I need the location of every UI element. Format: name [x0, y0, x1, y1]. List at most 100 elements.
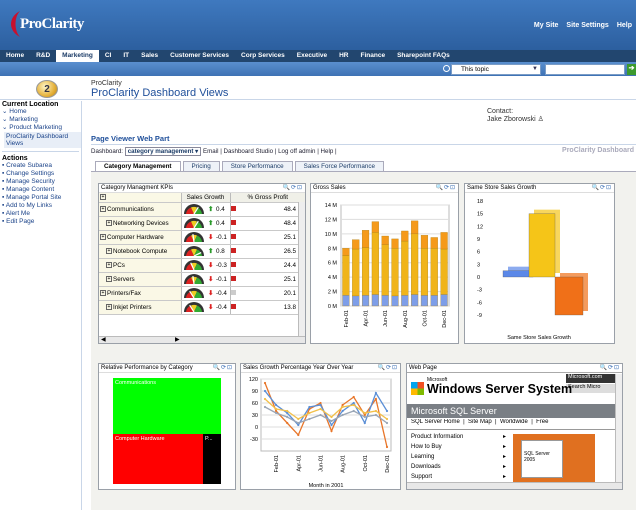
site-settings-link[interactable]: Site Settings — [566, 22, 608, 29]
action-manage-content[interactable]: ▪ Manage Content — [0, 186, 81, 194]
gauge-cell — [181, 202, 208, 217]
treemap-block-communications[interactable]: Communications — [113, 378, 221, 434]
log-off-link[interactable]: Log off admin — [278, 148, 315, 155]
sidebar-item-home[interactable]: ⌄ Home — [0, 108, 81, 116]
tab-pricing[interactable]: Pricing — [182, 161, 220, 171]
sidebar-item-dashboard-views[interactable]: ProClarity Dashboard Views — [4, 132, 81, 148]
action-manage-security[interactable]: ▪ Manage Security — [0, 178, 81, 186]
panel-tools-icon[interactable]: 🔍⟳⊡ — [599, 364, 620, 372]
treemap-block-computer-hardware[interactable]: Computer Hardware — [113, 434, 203, 484]
chevron-right-icon: ▸ — [502, 474, 506, 480]
tab-sharepoint-faqs[interactable]: Sharepoint FAQs — [391, 50, 456, 62]
sidebar-item-marketing[interactable]: ⌄ Marketing — [0, 116, 81, 124]
y-tick-label: 4 M — [328, 275, 338, 281]
expand-icon[interactable]: + — [100, 205, 106, 212]
tab-it[interactable]: IT — [117, 50, 135, 62]
tab-hr[interactable]: HR — [333, 50, 354, 62]
web-nav-item[interactable]: Site Map — [468, 419, 492, 425]
expand-icon[interactable]: + — [106, 261, 112, 268]
panel-tools-icon[interactable]: 🔍⟳⊡ — [282, 184, 303, 192]
kpi-row[interactable]: + Printers/Fax ⬇ -0.4 20.1 — [99, 286, 305, 301]
tab-marketing[interactable]: Marketing — [56, 50, 99, 62]
bar-segment — [440, 294, 448, 307]
sidebar-item-product-marketing[interactable]: ⌄ Product Marketing — [0, 124, 81, 132]
email-link[interactable]: Email — [203, 148, 218, 155]
tab-category-management[interactable]: Category Management — [95, 161, 181, 171]
action-change-settings[interactable]: ▪ Change Settings — [0, 170, 81, 178]
action-manage-portal-site[interactable]: ▪ Manage Portal Site — [0, 194, 81, 202]
my-site-link[interactable]: My Site — [534, 22, 559, 29]
tab-executive[interactable]: Executive — [291, 50, 333, 62]
bar-segment — [381, 244, 389, 296]
gross-profit-value: 25.1 — [240, 230, 305, 245]
treemap-block-printers[interactable]: P... — [203, 434, 221, 484]
tab-sales[interactable]: Sales — [135, 50, 164, 62]
tab-rnd[interactable]: R&D — [30, 50, 56, 62]
top-links: My Site Site Settings Help — [526, 22, 632, 29]
dashboard-studio-link[interactable]: Dashboard Studio — [224, 148, 274, 155]
arrow-up-icon: ⬆ — [208, 244, 216, 259]
site-breadcrumb[interactable]: ProClarity — [91, 80, 122, 87]
vertical-scrollbar[interactable] — [298, 202, 305, 338]
expand-icon[interactable]: + — [106, 275, 112, 282]
series-point — [263, 389, 267, 393]
tab-customer-services[interactable]: Customer Services — [164, 50, 235, 62]
proclarity-logo[interactable]: ProClarity — [6, 9, 84, 39]
x-axis-label: Month in 2001 — [309, 483, 344, 489]
panel-tools-icon[interactable]: 🔍⟳⊡ — [591, 184, 612, 192]
tab-finance[interactable]: Finance — [355, 50, 392, 62]
y-tick-label: 18 — [477, 199, 483, 205]
tab-corp-services[interactable]: Corp Services — [235, 50, 291, 62]
panel-tools-icon[interactable]: 🔍⟳⊡ — [212, 364, 233, 372]
expand-icon[interactable]: + — [106, 303, 112, 310]
tab-ci[interactable]: CI — [99, 50, 118, 62]
kpi-row-name: + Networking Devices — [99, 216, 182, 231]
search-input[interactable] — [545, 64, 625, 75]
help-link-2[interactable]: Help — [321, 148, 334, 155]
tab-store-performance[interactable]: Store Performance — [221, 161, 293, 171]
dashboard-toolbar: Dashboard: category management ▾ Email |… — [91, 144, 636, 157]
web-nav-item[interactable]: Worldwide — [500, 419, 528, 425]
kpi-row[interactable]: + Communications ⬆ 0.4 48.4 — [99, 202, 305, 217]
action-alert-me[interactable]: ▪ Alert Me — [0, 210, 81, 218]
search-scope-select[interactable]: This topic ▼ — [451, 64, 541, 75]
panel-tools-icon[interactable]: 🔍⟳⊡ — [377, 364, 398, 372]
kpi-row[interactable]: + Servers ⬇ -0.1 25.1 — [99, 272, 305, 287]
web-menu-item[interactable]: Learning ▸ — [411, 452, 506, 462]
kpi-row[interactable]: + Networking Devices ⬆ 0.4 48.4 — [99, 216, 305, 231]
search-go-button[interactable]: ➔ — [627, 64, 636, 75]
kpi-row[interactable]: + PCs ⬇ -0.3 24.4 — [99, 258, 305, 273]
expand-icon[interactable]: + — [106, 219, 112, 226]
tab-sales-force-performance[interactable]: Sales Force Performance — [294, 161, 385, 171]
web-menu-item[interactable]: Product Information ▸ — [411, 432, 506, 442]
action-edit-page[interactable]: ▪ Edit Page — [0, 218, 81, 226]
web-menu-item[interactable]: Downloads ▸ — [411, 462, 506, 472]
microsoft-com-link[interactable]: Microsoft.com — [566, 374, 616, 383]
dashboard-select[interactable]: category management ▾ — [124, 147, 202, 156]
help-link[interactable]: Help — [617, 22, 632, 29]
web-nav-item[interactable]: SQL Server Home — [411, 419, 460, 425]
web-nav-item[interactable]: Free — [536, 419, 548, 425]
kpi-row[interactable]: + Notebook Compute ⬆ 0.8 26.5 — [99, 244, 305, 259]
kpi-row[interactable]: + Inkjet Printers ⬇ -0.4 13.8 — [99, 300, 305, 315]
horizontal-scrollbar[interactable] — [407, 482, 622, 489]
expand-icon[interactable]: + — [100, 289, 106, 296]
ms-search-box[interactable]: Search Micro — [566, 384, 616, 393]
kpi-row[interactable]: + Computer Hardware ⬇ -0.1 25.1 — [99, 230, 305, 245]
vertical-scrollbar[interactable] — [615, 374, 622, 484]
tab-home[interactable]: Home — [0, 50, 30, 62]
panel-tools-icon[interactable]: 🔍⟳⊡ — [435, 184, 456, 192]
x-tick-label: Jun-01 — [383, 310, 389, 327]
kpi-row-name: + Computer Hardware — [99, 230, 182, 245]
expand-icon[interactable]: + — [100, 233, 106, 240]
action-create-subarea[interactable]: ▪ Create Subarea — [0, 162, 81, 170]
series-point — [363, 415, 366, 419]
action-add-to-my-links[interactable]: ▪ Add to My Links — [0, 202, 81, 210]
action-label: Create Subarea — [6, 162, 53, 169]
horizontal-scrollbar[interactable]: ◀ ▶ — [99, 336, 305, 343]
web-menu-item[interactable]: How to Buy ▸ — [411, 442, 506, 452]
expand-icon[interactable]: + — [106, 247, 112, 254]
series-point — [275, 403, 278, 407]
contact-name[interactable]: Jake Zborowski — [487, 116, 536, 123]
web-menu-item[interactable]: Support ▸ — [411, 472, 506, 482]
